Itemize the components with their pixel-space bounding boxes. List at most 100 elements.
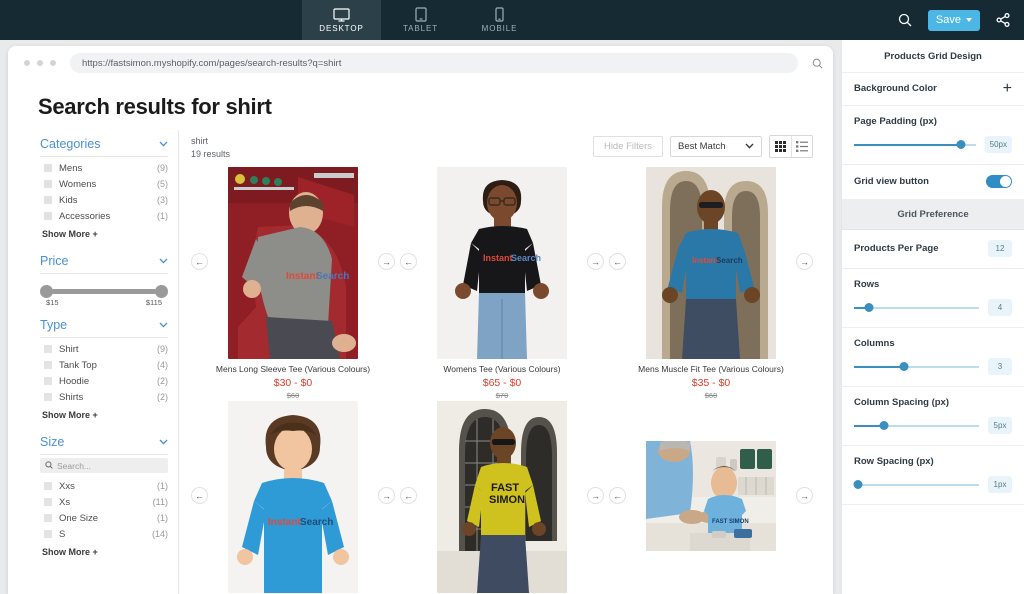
column-spacing-slider[interactable] [854, 420, 979, 431]
carousel-prev-arrow[interactable]: ← [609, 253, 626, 271]
carousel-prev-arrow[interactable]: ← [609, 487, 626, 505]
carousel-next-arrow[interactable]: → [378, 487, 395, 505]
product-title[interactable]: Mens Muscle Fit Tee (Various Colours) [638, 364, 784, 374]
list-view-icon[interactable] [791, 136, 812, 157]
filter-option[interactable]: Mens (9) [38, 160, 170, 176]
app-root: DESKTOP TABLET MOBILE Save https://fasts… [0, 0, 1024, 594]
share-icon[interactable] [996, 13, 1010, 27]
checkbox[interactable] [44, 377, 52, 385]
show-more-type[interactable]: Show More + [38, 405, 170, 426]
address-bar[interactable]: https://fastsimon.myshopify.com/pages/se… [70, 53, 798, 73]
tab-tablet[interactable]: TABLET [381, 0, 460, 40]
tab-mobile[interactable]: MOBILE [460, 0, 539, 40]
product-card[interactable]: ← [400, 401, 604, 594]
facet-categories-header[interactable]: Categories [38, 130, 170, 156]
column-spacing-value: 5px [988, 417, 1012, 434]
checkbox[interactable] [44, 180, 52, 188]
filter-option[interactable]: Xs (11) [38, 494, 170, 510]
slider-handle[interactable] [853, 480, 863, 489]
carousel-next-arrow[interactable]: → [587, 487, 604, 505]
product-card-body: Instant Search Mens Long Sleeve Tee (Var… [208, 167, 378, 400]
filter-option[interactable]: Shirts (2) [38, 389, 170, 405]
filter-option-label: Shirts [59, 391, 84, 403]
rows-slider[interactable] [854, 302, 979, 313]
show-more-categories[interactable]: Show More + [38, 224, 170, 245]
size-search-placeholder: Search... [57, 460, 92, 471]
plus-icon[interactable]: + [1003, 80, 1012, 96]
slider-handle[interactable] [879, 421, 889, 430]
grid-view-button-toggle[interactable] [986, 175, 1012, 188]
carousel-prev-arrow[interactable]: ← [191, 487, 208, 505]
svg-text:Search: Search [316, 271, 349, 282]
slider-handle[interactable] [899, 362, 909, 371]
filter-option-count: (1) [157, 513, 168, 523]
view-mode-toggle [769, 135, 813, 158]
size-search-input[interactable]: Search... [40, 458, 168, 473]
product-title[interactable]: Mens Long Sleeve Tee (Various Colours) [216, 364, 370, 374]
browser-search-icon[interactable] [812, 58, 823, 69]
price-min-handle[interactable] [40, 285, 53, 298]
show-more-size[interactable]: Show More + [38, 542, 170, 563]
slider-handle[interactable] [864, 303, 874, 312]
product-image[interactable]: Instant Search [646, 167, 776, 360]
checkbox[interactable] [44, 530, 52, 538]
svg-text:Search: Search [716, 256, 743, 265]
carousel-prev-arrow[interactable]: ← [400, 253, 417, 271]
filter-option[interactable]: Womens (5) [38, 176, 170, 192]
product-title[interactable]: Womens Tee (Various Colours) [443, 364, 560, 374]
product-card[interactable]: ← [609, 401, 813, 594]
checkbox[interactable] [44, 498, 52, 506]
filter-option[interactable]: One Size (1) [38, 510, 170, 526]
page-padding-slider[interactable] [854, 139, 976, 150]
facet-size-header[interactable]: Size [38, 428, 170, 454]
search-icon[interactable] [898, 13, 912, 27]
checkbox[interactable] [44, 393, 52, 401]
products-per-page-value[interactable]: 12 [988, 240, 1012, 257]
save-button[interactable]: Save [927, 9, 980, 31]
filter-option[interactable]: Kids (3) [38, 192, 170, 208]
checkbox[interactable] [44, 482, 52, 490]
facet-categories-title: Categories [40, 137, 101, 151]
carousel-prev-arrow[interactable]: ← [400, 487, 417, 505]
page-padding-row: Page Padding (px) 50px [842, 106, 1024, 165]
filter-option[interactable]: Xxs (1) [38, 478, 170, 494]
product-card[interactable]: ← [191, 167, 395, 400]
product-image[interactable]: Instant Search [437, 167, 567, 360]
filter-option[interactable]: Hoodie (2) [38, 373, 170, 389]
filter-option[interactable]: Shirt (9) [38, 341, 170, 357]
sort-dropdown[interactable]: Best Match [670, 136, 762, 157]
product-card[interactable]: ← [609, 167, 813, 400]
tab-desktop[interactable]: DESKTOP [302, 0, 381, 40]
checkbox[interactable] [44, 164, 52, 172]
checkbox[interactable] [44, 361, 52, 369]
grid-view-icon[interactable] [770, 136, 791, 157]
product-card[interactable]: ← [191, 401, 395, 594]
carousel-next-arrow[interactable]: → [796, 253, 813, 271]
carousel-next-arrow[interactable]: → [796, 487, 813, 505]
facet-type-header[interactable]: Type [38, 311, 170, 337]
row-spacing-slider[interactable] [853, 479, 979, 490]
product-image[interactable]: FAST SIMON [646, 441, 776, 552]
product-image[interactable]: Instant Search [228, 401, 358, 594]
facet-price-header[interactable]: Price [38, 247, 170, 273]
carousel-next-arrow[interactable]: → [587, 253, 604, 271]
mobile-icon [495, 7, 504, 22]
filter-option[interactable]: Tank Top (4) [38, 357, 170, 373]
product-image[interactable]: FAST SIMON [437, 401, 567, 594]
price-range-slider[interactable]: $15 $115 [38, 277, 170, 309]
svg-text:Search: Search [300, 517, 333, 528]
product-image[interactable]: Instant Search [228, 167, 358, 360]
checkbox[interactable] [44, 212, 52, 220]
product-card[interactable]: ← [400, 167, 604, 400]
price-max-handle[interactable] [155, 285, 168, 298]
checkbox[interactable] [44, 196, 52, 204]
hide-filters-button[interactable]: Hide Filters [592, 136, 663, 157]
checkbox[interactable] [44, 514, 52, 522]
checkbox[interactable] [44, 345, 52, 353]
columns-slider[interactable] [854, 361, 979, 372]
slider-handle[interactable] [956, 140, 966, 149]
filter-option[interactable]: Accessories (1) [38, 208, 170, 224]
filter-option[interactable]: S (14) [38, 526, 170, 542]
carousel-next-arrow[interactable]: → [378, 253, 395, 271]
carousel-prev-arrow[interactable]: ← [191, 253, 208, 271]
